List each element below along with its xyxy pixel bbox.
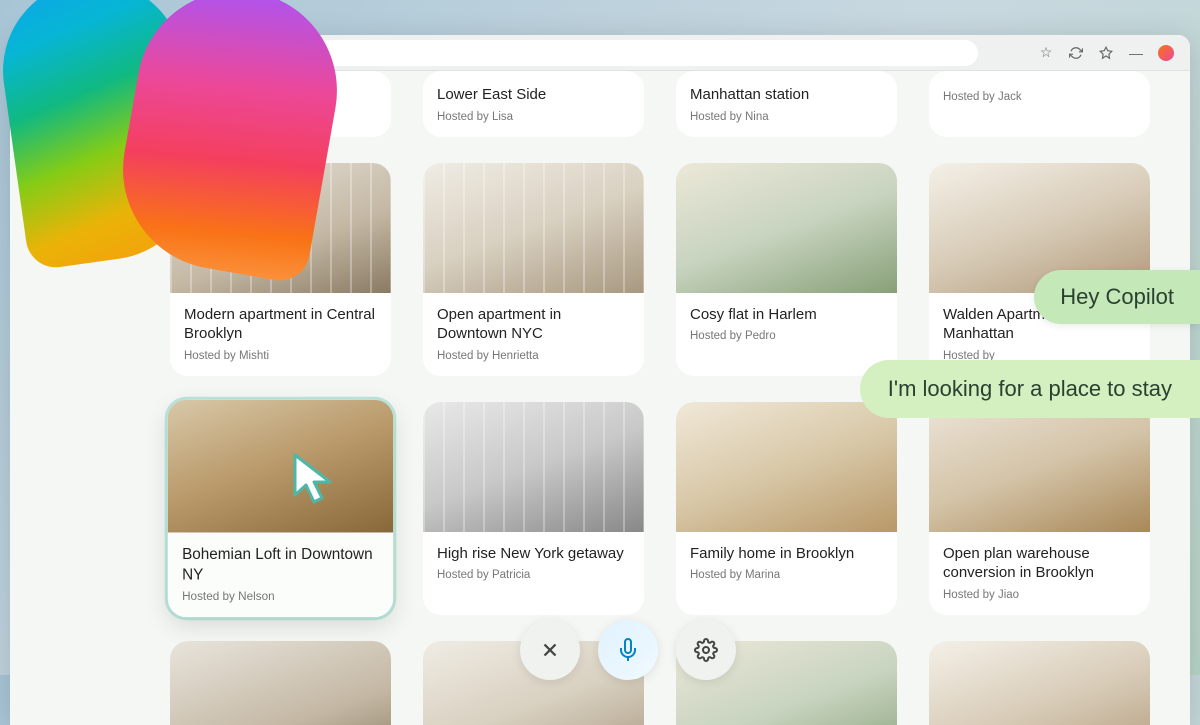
listing-image [423,402,644,532]
settings-button[interactable] [676,620,736,680]
listing-card[interactable]: Open apartment in Downtown NYC Hosted by… [423,163,644,376]
listing-card[interactable]: Manhattan station Hosted by Nina [676,71,897,137]
listing-title: Manhattan station [690,85,883,105]
listing-host: Hosted by Marina [690,569,883,581]
listing-title: Family home in Brooklyn [690,544,883,564]
extensions-icon[interactable] [1096,43,1116,63]
listing-card[interactable]: Walden Apartment in Manhattan Hosted by [929,163,1150,376]
listing-host: Hosted by Jack [943,91,1136,103]
listing-card[interactable] [929,641,1150,725]
listing-image [170,641,391,725]
refresh-icon[interactable] [1066,43,1086,63]
listing-image [168,399,393,532]
listing-host: Hosted by Nelson [182,590,379,602]
listing-host: Hosted by Patricia [437,569,630,581]
close-button[interactable] [520,620,580,680]
listing-image [929,402,1150,532]
cursor-icon [290,450,340,515]
listing-card[interactable] [170,641,391,725]
copilot-toolbar [520,620,736,680]
listing-card[interactable]: Hosted by Jack [929,71,1150,137]
listing-card[interactable]: Family home in Brooklyn Hosted by Marina [676,402,897,615]
listing-title: Modern apartment in Central Brooklyn [184,305,377,344]
copilot-logo [0,0,360,300]
chat-bubble: I'm looking for a place to stay [860,360,1200,418]
favorite-icon[interactable]: ☆ [1036,43,1056,63]
listing-image [676,402,897,532]
listing-title: Cosy flat in Harlem [690,305,883,325]
listing-host: Hosted by Jiao [943,589,1136,601]
chat-text: I'm looking for a place to stay [888,376,1172,401]
listing-card[interactable]: Cosy flat in Harlem Hosted by Pedro [676,163,897,376]
listing-title: Open plan warehouse conversion in Brookl… [943,544,1136,583]
listing-image [423,163,644,293]
listing-host: Hosted by Pedro [690,330,883,342]
listing-image [929,641,1150,725]
mic-button[interactable] [598,620,658,680]
chat-text: Hey Copilot [1060,284,1174,309]
minimize-icon[interactable]: — [1126,43,1146,63]
listing-card[interactable]: High rise New York getaway Hosted by Pat… [423,402,644,615]
listing-host: Hosted by Lisa [437,111,630,123]
listing-title: Open apartment in Downtown NYC [437,305,630,344]
listing-title: High rise New York getaway [437,544,630,564]
listing-card[interactable]: Open plan warehouse conversion in Brookl… [929,402,1150,615]
listing-title: Lower East Side [437,85,630,105]
listing-title: Bohemian Loft in Downtown NY [182,544,379,584]
chat-bubble: Hey Copilot [1034,270,1200,324]
listing-card-selected[interactable]: Bohemian Loft in Downtown NY Hosted by N… [168,399,393,616]
profile-icon[interactable] [1156,43,1176,63]
listing-card[interactable]: Lower East Side Hosted by Lisa [423,71,644,137]
listing-host: Hosted by Mishti [184,350,377,362]
listing-host: Hosted by Nina [690,111,883,123]
listing-image [676,163,897,293]
listing-host: Hosted by Henrietta [437,350,630,362]
